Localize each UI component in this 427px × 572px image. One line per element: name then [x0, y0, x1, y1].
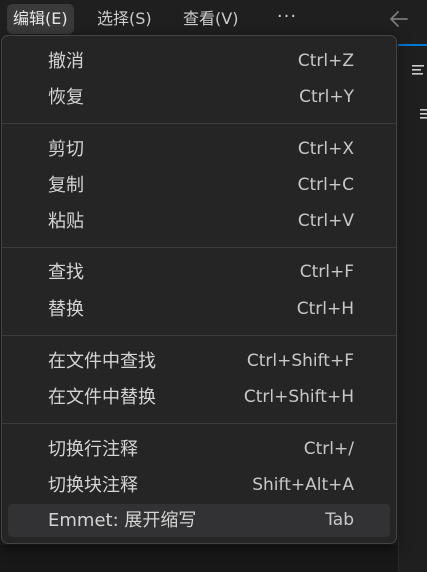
- menu-item-paste[interactable]: 粘贴 Ctrl+V: [8, 205, 390, 238]
- menu-item-undo[interactable]: 撤消 Ctrl+Z: [8, 45, 390, 78]
- menu-item-shortcut: Ctrl+C: [297, 175, 354, 195]
- panel-area: [0, 545, 398, 572]
- menu-item-label: 粘贴: [48, 211, 84, 232]
- outline-lines-icon: [420, 109, 427, 119]
- menu-item-find-in-files[interactable]: 在文件中查找 Ctrl+Shift+F: [8, 345, 390, 378]
- menubar: 编辑(E) 选择(S) 查看(V) ···: [0, 0, 427, 38]
- menu-item-toggle-line-comment[interactable]: 切换行注释 Ctrl+/: [8, 433, 390, 466]
- edit-menu-dropdown: 撤消 Ctrl+Z 恢复 Ctrl+Y 剪切 Ctrl+X 复制 Ctrl+C …: [1, 35, 397, 544]
- menu-separator: [2, 123, 396, 124]
- menu-item-label: Emmet: 展开缩写: [48, 510, 197, 531]
- menu-item-label: 复制: [48, 175, 84, 196]
- menu-item-shortcut: Ctrl+H: [296, 299, 354, 319]
- menu-item-copy[interactable]: 复制 Ctrl+C: [8, 169, 390, 202]
- menu-item-cut[interactable]: 剪切 Ctrl+X: [8, 133, 390, 166]
- menu-item-label: 查找: [48, 262, 84, 283]
- menu-item-shortcut: Tab: [325, 510, 354, 530]
- menu-item-replace[interactable]: 替换 Ctrl+H: [8, 293, 390, 326]
- menu-item-shortcut: Ctrl+Y: [299, 87, 354, 107]
- arrow-left-icon[interactable]: [386, 6, 412, 32]
- menu-item-shortcut: Ctrl+Shift+F: [246, 351, 354, 371]
- menu-item-label: 在文件中替换: [48, 387, 156, 408]
- menubar-view[interactable]: 查看(V): [177, 4, 244, 34]
- menu-item-shortcut: Ctrl+Shift+H: [243, 387, 354, 407]
- menu-item-emmet-expand[interactable]: Emmet: 展开缩写 Tab: [8, 504, 390, 537]
- menu-item-shortcut: Ctrl+V: [297, 211, 354, 231]
- menu-item-label: 剪切: [48, 139, 84, 160]
- menu-item-shortcut: Ctrl+/: [303, 439, 354, 459]
- menu-item-label: 撤消: [48, 51, 84, 72]
- menu-item-label: 替换: [48, 299, 84, 320]
- menubar-selection[interactable]: 选择(S): [91, 4, 158, 34]
- menu-item-shortcut: Ctrl+F: [299, 262, 354, 282]
- menu-item-label: 切换块注释: [48, 475, 138, 496]
- menu-item-label: 切换行注释: [48, 439, 138, 460]
- editor-area: [398, 44, 427, 572]
- menu-separator: [2, 423, 396, 424]
- menu-item-shortcut: Ctrl+X: [297, 139, 354, 159]
- menu-item-shortcut: Shift+Alt+A: [252, 475, 354, 495]
- menu-separator: [2, 335, 396, 336]
- outline-lines-icon: [412, 65, 424, 75]
- menu-item-toggle-block-comment[interactable]: 切换块注释 Shift+Alt+A: [8, 469, 390, 502]
- menu-item-label: 在文件中查找: [48, 351, 156, 372]
- menu-item-replace-in-files[interactable]: 在文件中替换 Ctrl+Shift+H: [8, 381, 390, 414]
- menu-separator: [2, 247, 396, 248]
- menubar-more-button[interactable]: ···: [273, 4, 301, 34]
- menu-item-label: 恢复: [48, 87, 84, 108]
- menu-item-shortcut: Ctrl+Z: [297, 51, 354, 71]
- menu-item-find[interactable]: 查找 Ctrl+F: [8, 256, 390, 289]
- menu-item-redo[interactable]: 恢复 Ctrl+Y: [8, 81, 390, 114]
- active-tab-indicator: [398, 44, 427, 46]
- menubar-edit[interactable]: 编辑(E): [7, 4, 74, 34]
